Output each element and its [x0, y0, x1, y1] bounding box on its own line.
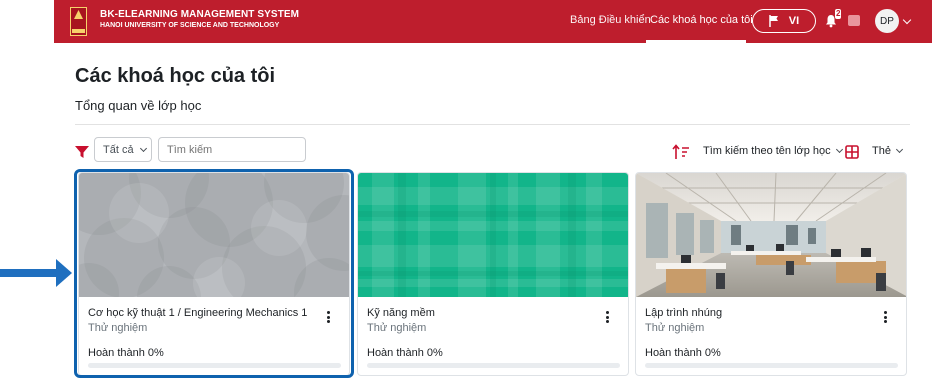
grouping-label: Tất cả [103, 143, 134, 156]
chat-icon[interactable] [848, 15, 860, 26]
language-label: VI [788, 15, 800, 27]
section-title: Tổng quan về lớp học [75, 98, 202, 113]
chevron-down-icon [895, 145, 904, 154]
sort-icon[interactable] [672, 144, 690, 160]
chevron-down-icon[interactable] [902, 15, 912, 25]
brand-title: BK-ELEARNING MANAGEMENT SYSTEM [100, 9, 300, 20]
course-name-link[interactable]: Kỹ năng mềm [367, 307, 619, 319]
page-title: Các khoá học của tôi [75, 65, 276, 87]
course-category: Thử nghiệm [88, 322, 148, 334]
brand-subtitle: HANOI UNIVERSITY OF SCIENCE AND TECHNOLO… [100, 22, 280, 29]
nav-dashboard-link[interactable]: Bảng Điều khiển [570, 14, 651, 26]
chevron-down-icon [139, 144, 147, 152]
sort-dropdown[interactable]: Tìm kiếm theo tên lớp học [703, 145, 843, 157]
chevron-down-icon [835, 145, 843, 154]
language-button[interactable]: VI [752, 9, 816, 33]
course-card[interactable]: Lập trình nhúng Thử nghiệm Hoàn thành 0% [635, 172, 907, 376]
flag-icon [769, 15, 778, 27]
course-name-link[interactable]: Lập trình nhúng [645, 307, 897, 319]
course-search-input[interactable] [158, 137, 306, 162]
nav-active-indicator [646, 40, 746, 43]
course-image[interactable] [79, 173, 349, 297]
progress-bar [88, 363, 341, 368]
view-dropdown[interactable]: Thẻ [872, 145, 904, 157]
course-category: Thử nghiệm [367, 322, 427, 334]
green-plaid-pattern [358, 173, 628, 297]
divider [75, 124, 910, 125]
grouping-dropdown[interactable]: Tất cả [94, 137, 152, 162]
progress-bar [645, 363, 898, 368]
nav-my-courses-link[interactable]: Các khoá học của tôi [650, 14, 753, 26]
more-options-icon[interactable] [606, 311, 610, 323]
filter-icon [75, 146, 89, 158]
course-image[interactable] [358, 173, 628, 297]
sort-label: Tìm kiếm theo tên lớp học [703, 145, 831, 157]
office-photo [636, 173, 906, 297]
brand[interactable]: BK-ELEARNING MANAGEMENT SYSTEM HANOI UNI… [100, 9, 299, 31]
course-image[interactable] [636, 173, 906, 297]
course-card[interactable]: Kỹ năng mềm Thử nghiệm Hoàn thành 0% [357, 172, 629, 376]
progress-label: Hoàn thành 0% [88, 347, 164, 359]
course-category: Thử nghiệm [645, 322, 705, 334]
top-navbar: BK-ELEARNING MANAGEMENT SYSTEM HANOI UNI… [54, 0, 932, 43]
notification-count-badge: 2 [835, 9, 842, 19]
arrow-right-icon [0, 259, 72, 287]
more-options-icon[interactable] [884, 311, 888, 323]
more-options-icon[interactable] [327, 311, 331, 323]
course-card-body: Kỹ năng mềm Thử nghiệm Hoàn thành 0% [358, 297, 628, 375]
course-card-body: Cơ học kỹ thuật 1 / Engineering Mechanic… [79, 297, 349, 375]
progress-label: Hoàn thành 0% [367, 347, 443, 359]
progress-bar [367, 363, 620, 368]
progress-label: Hoàn thành 0% [645, 347, 721, 359]
grid-view-icon[interactable] [845, 145, 859, 159]
course-card[interactable]: Cơ học kỹ thuật 1 / Engineering Mechanic… [78, 172, 350, 376]
university-logo-icon[interactable] [70, 7, 87, 36]
course-name-link[interactable]: Cơ học kỹ thuật 1 / Engineering Mechanic… [88, 307, 340, 319]
course-card-body: Lập trình nhúng Thử nghiệm Hoàn thành 0% [636, 297, 906, 375]
grey-circles-pattern [79, 173, 349, 297]
view-label: Thẻ [872, 145, 891, 157]
user-avatar[interactable]: DP [875, 9, 899, 33]
